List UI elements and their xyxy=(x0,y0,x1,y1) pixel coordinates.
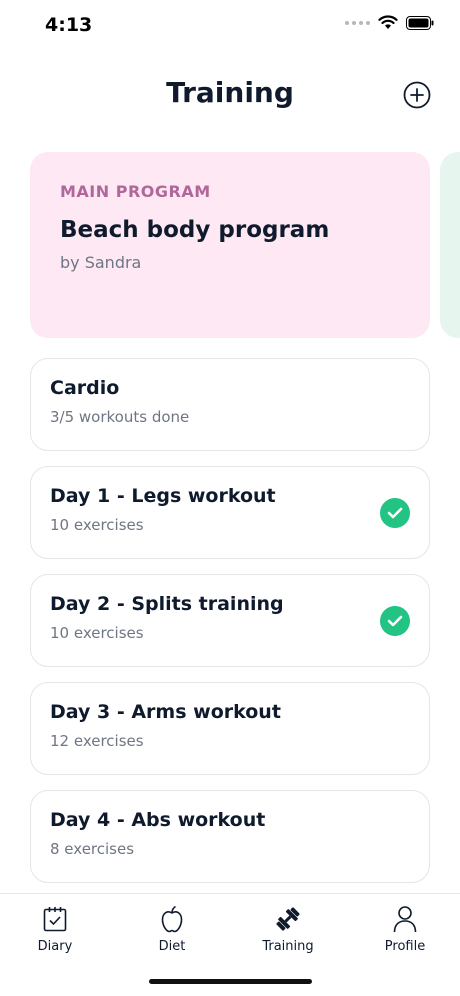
tab-label: Profile xyxy=(384,939,426,954)
workout-subtitle: 3/5 workouts done xyxy=(50,408,190,426)
check-icon xyxy=(380,498,410,528)
add-button[interactable] xyxy=(403,81,431,109)
workout-title: Day 4 - Abs workout xyxy=(50,809,266,831)
wifi-icon xyxy=(378,15,398,29)
program-title: Beach body program xyxy=(60,217,330,243)
tab-diet[interactable]: Diet xyxy=(122,904,222,954)
workout-card-day-3[interactable]: Day 3 - Arms workout 12 exercises xyxy=(30,682,430,775)
workout-subtitle: 10 exercises xyxy=(50,624,144,642)
workout-card-cardio[interactable]: Cardio 3/5 workouts done xyxy=(30,358,430,451)
workout-card-day-1[interactable]: Day 1 - Legs workout 10 exercises xyxy=(30,466,430,559)
main-program-card[interactable]: MAIN PROGRAM Beach body program by Sandr… xyxy=(30,152,430,338)
workout-card-day-4[interactable]: Day 4 - Abs workout 8 exercises xyxy=(30,790,430,883)
calendar-icon xyxy=(43,907,67,932)
workout-subtitle: 8 exercises xyxy=(50,840,135,858)
workout-subtitle: 12 exercises xyxy=(50,732,144,750)
next-program-card-peek[interactable] xyxy=(440,152,460,338)
tab-label: Training xyxy=(262,939,314,954)
page-title: Training xyxy=(166,76,294,109)
workout-subtitle: 10 exercises xyxy=(50,516,144,534)
program-author: by Sandra xyxy=(60,253,142,272)
home-indicator xyxy=(149,979,312,984)
check-icon xyxy=(380,606,410,636)
program-eyebrow: MAIN PROGRAM xyxy=(60,182,211,201)
workout-title: Cardio xyxy=(50,377,120,399)
apple-icon xyxy=(161,905,183,933)
tab-profile[interactable]: Profile xyxy=(355,904,455,954)
battery-icon xyxy=(406,15,434,30)
workout-title: Day 3 - Arms workout xyxy=(50,701,281,723)
person-icon xyxy=(393,906,417,933)
dumbbell-icon xyxy=(276,907,300,931)
signal-icon xyxy=(345,20,370,25)
tab-label: Diary xyxy=(37,939,73,954)
workout-title: Day 1 - Legs workout xyxy=(50,485,276,507)
workout-card-day-2[interactable]: Day 2 - Splits training 10 exercises xyxy=(30,574,430,667)
tab-training[interactable]: Training xyxy=(238,904,338,954)
status-icons xyxy=(345,15,434,30)
status-bar: 4:13 xyxy=(0,0,460,50)
tab-label: Diet xyxy=(158,939,186,954)
plus-circle-icon xyxy=(403,81,431,109)
header: Training xyxy=(0,70,460,120)
tab-diary[interactable]: Diary xyxy=(5,904,105,954)
status-time: 4:13 xyxy=(45,14,93,36)
workout-title: Day 2 - Splits training xyxy=(50,593,284,615)
